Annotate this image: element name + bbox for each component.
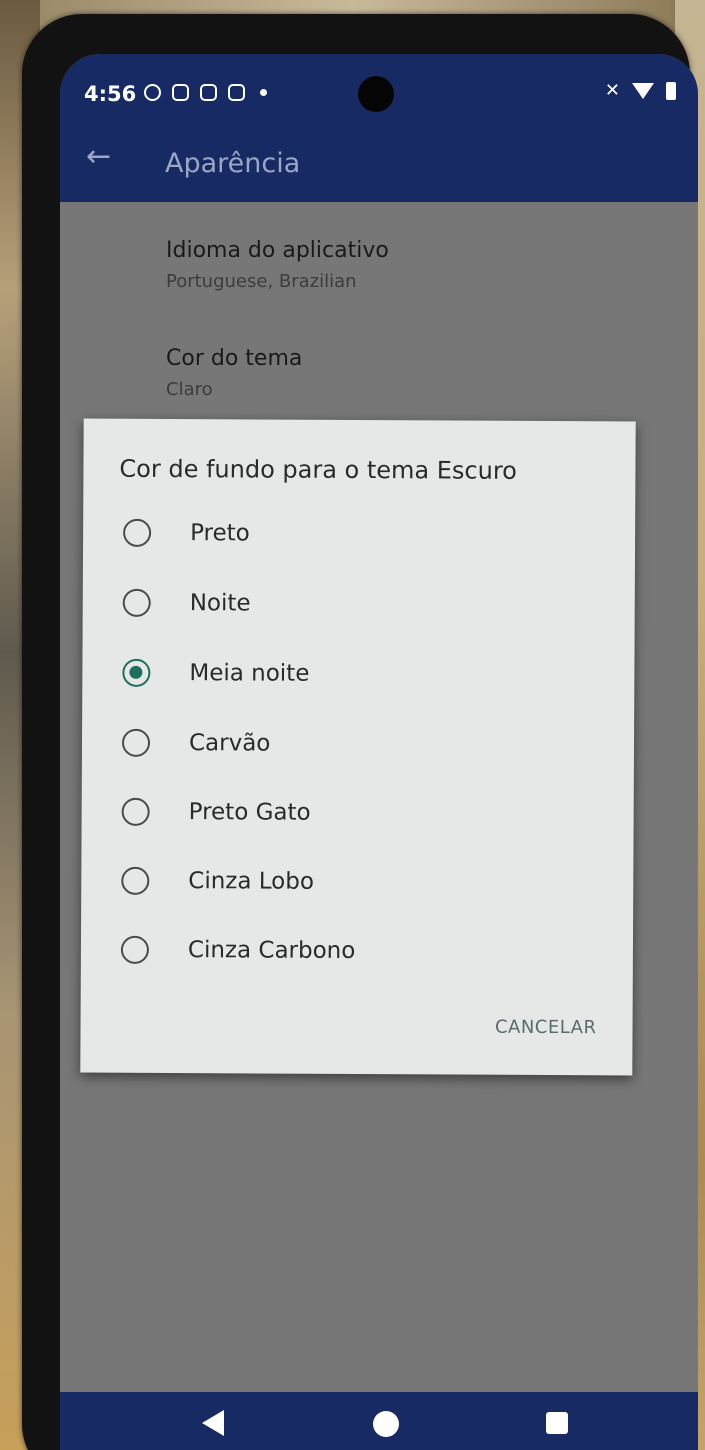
notification-icon [172, 84, 189, 101]
option-preto-gato[interactable]: Preto Gato [121, 797, 311, 827]
notification-icons [144, 84, 267, 101]
option-label: Carvão [188, 730, 271, 757]
option-label: Cinza Carbono [187, 937, 356, 964]
option-label: Meia noite [189, 660, 310, 687]
option-label: Noite [189, 590, 251, 617]
dialog-title: Cor de fundo para o tema Escuro [119, 454, 517, 485]
radio-button[interactable] [122, 588, 151, 617]
navigation-bar [60, 1392, 698, 1450]
shopping-bag-icon [200, 84, 217, 101]
battery-icon [666, 82, 676, 100]
page-title: Aparência [165, 148, 301, 179]
nav-recents-icon[interactable] [546, 1412, 568, 1434]
setting-title: Idioma do aplicativo [166, 238, 389, 263]
radio-button[interactable] [121, 866, 150, 895]
radio-button[interactable] [121, 728, 151, 757]
front-camera [358, 76, 394, 112]
radio-button[interactable] [120, 935, 150, 964]
setting-app-language[interactable]: Idioma do aplicativo Portuguese, Brazili… [166, 238, 389, 292]
system-icons: ✕ [605, 82, 676, 100]
option-meia-noite[interactable]: Meia noite [122, 658, 310, 688]
cancel-button[interactable]: CANCELAR [495, 1017, 597, 1039]
status-time: 4:56 [84, 82, 137, 106]
message-icon [228, 84, 245, 101]
app-bar: ← Aparência [60, 120, 698, 202]
status-bar: 4:56 ✕ [60, 54, 698, 120]
more-notifications-dot-icon [260, 89, 267, 96]
option-label: Cinza Lobo [188, 868, 315, 895]
setting-title: Cor do tema [166, 346, 303, 371]
radio-button[interactable] [123, 518, 152, 547]
wifi-icon [632, 83, 654, 99]
option-label: Preto [190, 520, 250, 547]
nav-home-icon[interactable] [373, 1411, 399, 1437]
back-arrow-icon[interactable]: ← [86, 142, 111, 172]
setting-subtitle: Portuguese, Brazilian [166, 271, 357, 292]
radio-button-selected[interactable] [122, 658, 151, 687]
option-carvao[interactable]: Carvão [121, 728, 271, 758]
option-preto[interactable]: Preto [123, 518, 250, 548]
option-label: Preto Gato [188, 799, 311, 826]
radio-button[interactable] [121, 797, 150, 826]
setting-subtitle: Claro [166, 379, 213, 400]
vibrate-off-icon: ✕ [604, 80, 620, 101]
option-cinza-carbono[interactable]: Cinza Carbono [120, 935, 356, 965]
setting-theme-color[interactable]: Cor do tema Claro [166, 346, 302, 400]
option-noite[interactable]: Noite [122, 588, 251, 618]
dark-theme-background-dialog: Cor de fundo para o tema Escuro Preto No… [80, 418, 636, 1076]
notification-icon [144, 84, 161, 101]
option-cinza-lobo[interactable]: Cinza Lobo [121, 866, 315, 896]
nav-back-icon[interactable] [202, 1410, 224, 1436]
